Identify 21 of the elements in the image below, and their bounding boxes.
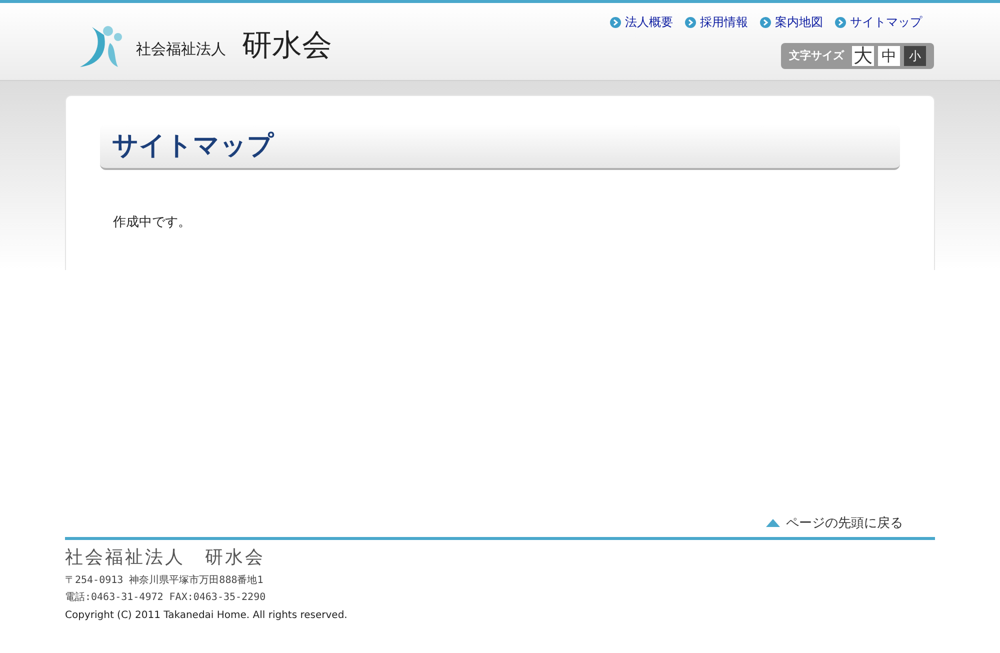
chevron-circle-icon [835, 16, 846, 28]
logo-subtitle: 社会福祉法人 [136, 39, 226, 60]
body-text: 作成中です。 [113, 214, 192, 232]
triangle-up-icon [766, 519, 780, 528]
font-size-option[interactable]: 大 [852, 46, 874, 66]
nav-link[interactable]: 案内地図 [760, 13, 823, 31]
chevron-circle-icon [685, 16, 696, 28]
font-size-option[interactable]: 小 [904, 46, 926, 66]
nav-link[interactable]: 法人概要 [610, 13, 673, 31]
chevron-circle-icon [610, 16, 621, 28]
nav-link[interactable]: サイトマップ [835, 13, 922, 31]
font-size-option[interactable]: 中 [878, 46, 900, 66]
footer-phone: 電話:0463-31-4972 FAX:0463-35-2290 [65, 590, 267, 605]
font-size-label: 文字サイズ [789, 48, 844, 64]
chevron-circle-icon [760, 16, 771, 28]
copyright: Copyright (C) 2011 Takanedai Home. All rights reserved. [65, 609, 348, 623]
logo-name: 研水会 [242, 27, 332, 65]
footer-address: 〒254-0913 神奈川県平塚市万田888番地1 [65, 574, 264, 588]
back-to-top-link[interactable]: ページの先頭に戻る [766, 514, 903, 533]
footer-org: 社会福祉法人 研水会 [65, 546, 266, 570]
nav-link[interactable]: 採用情報 [685, 13, 748, 31]
